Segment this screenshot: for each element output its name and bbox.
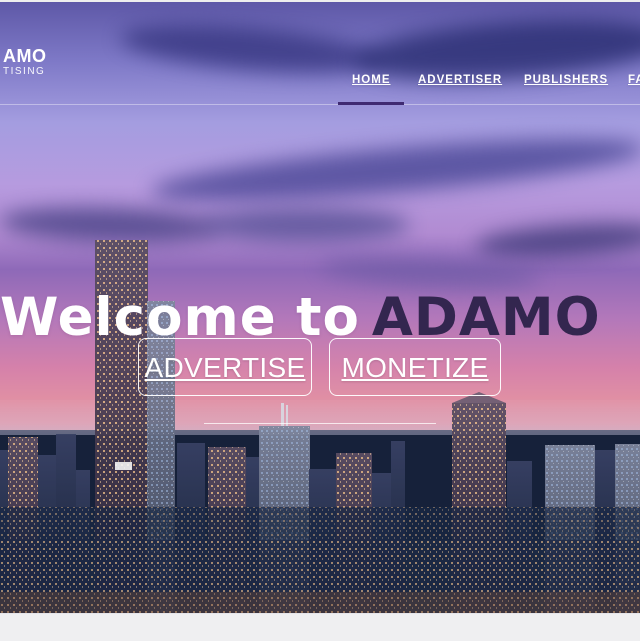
- page-bottom-band: [0, 613, 640, 641]
- site-header: AMO TISING HOME ADVERTISER PUBLISHERS FA: [0, 0, 640, 106]
- active-nav-indicator: [338, 102, 404, 105]
- hero-divider: [204, 423, 436, 424]
- top-border: [0, 0, 640, 2]
- nav-advertiser-link[interactable]: ADVERTISER: [418, 74, 502, 86]
- nav-partial-link[interactable]: FA: [628, 74, 640, 86]
- hero-banner: AMO TISING HOME ADVERTISER PUBLISHERS FA…: [0, 0, 640, 613]
- header-divider: [0, 104, 640, 105]
- advertise-button[interactable]: ADVERTISE: [138, 338, 312, 396]
- nav-home-link[interactable]: HOME: [352, 74, 391, 86]
- cloud-layer: [149, 126, 640, 214]
- city-skyline: [0, 240, 640, 613]
- logo-wordmark: AMO: [3, 46, 47, 66]
- monetize-button[interactable]: MONETIZE: [329, 338, 501, 396]
- logo-subtitle: TISING: [3, 66, 46, 77]
- hero-heading: Welcome to ADAMO: [0, 291, 601, 344]
- nav-publishers-link[interactable]: PUBLISHERS: [524, 74, 608, 86]
